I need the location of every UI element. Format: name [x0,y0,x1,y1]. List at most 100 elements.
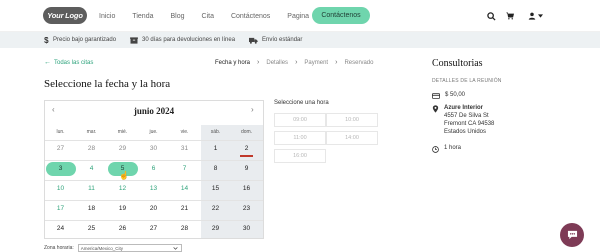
calendar-day[interactable]: 9 [231,165,262,172]
calendar-day[interactable]: 10 [45,185,76,192]
price-value: $ 50,00 [445,92,466,98]
time-slot[interactable]: 10:00 [326,113,378,127]
calendar-day[interactable]: 19 [107,205,138,212]
chevron-right-icon: › [257,59,260,66]
next-month-button[interactable]: › [251,105,254,114]
calendar-day[interactable]: 3 [45,165,76,172]
calendar-day[interactable]: 16 [231,185,262,192]
address-line: Estados Unidos [444,129,487,135]
calendar-day[interactable]: 28 [169,225,200,232]
weekday-header: vie. [180,129,189,135]
timezone-row: Zona horaria: America/Mexico_City [44,244,182,252]
timezone-value: America/Mexico_City [80,245,124,251]
cart-icon [506,12,514,20]
calendar-day[interactable]: 7 [169,165,200,172]
chevron-right-icon: › [295,59,298,66]
benefit-shipping-text: Envío estándar [262,37,303,43]
time-slot[interactable]: 09:00 [274,113,326,127]
site-logo[interactable]: Your Logo [43,7,87,24]
calendar-day[interactable]: 1 [200,145,231,152]
benefit-returns: 30 días para devoluciones en línea [130,32,235,48]
nav-item-pagina[interactable]: Pagina [287,13,309,20]
date-picker-calendar: ‹ junio 2024 › lun. mar. mié. jue. vie. sáb. d… [44,100,264,239]
weekend-column-shade [201,125,263,238]
calendar-day[interactable]: 12 [107,185,138,192]
calendar-day[interactable]: 28 [76,145,107,152]
weekday-header: dom. [240,129,253,135]
calendar-day[interactable]: 18 [76,205,107,212]
today-marker [240,155,253,157]
calendar-day[interactable]: 21 [169,205,200,212]
location-row: Azure Interior 4557 De Silva St Fremont … [432,104,494,136]
time-slot[interactable]: 16:00 [274,149,326,163]
calendar-day[interactable]: 30 [138,145,169,152]
calendar-day[interactable]: 26 [107,225,138,232]
user-icon [528,12,535,20]
all-appointments-link[interactable]: ← Todas las citas [44,59,93,66]
calendar-day[interactable]: 22 [200,205,231,212]
credit-card-icon [432,92,440,99]
booking-steps: Fecha y hora › Detalles › Payment › Rese… [215,59,373,66]
step-details: Detalles [266,59,289,66]
calendar-day[interactable]: 24 [45,225,76,232]
clock-icon [432,145,439,153]
location-name: Azure Interior [444,105,484,111]
pointer-cursor-icon: ☝ [119,171,129,180]
calendar-day[interactable]: 2 [231,145,262,152]
dollar-icon: $ [44,36,49,44]
calendar-day[interactable]: 29 [107,145,138,152]
calendar-day[interactable]: 15 [200,185,231,192]
calendar-day[interactable]: 25 [76,225,107,232]
nav-item-tienda[interactable]: Tienda [132,13,153,20]
price-row: $ 50,00 [432,92,465,99]
site-header: Your Logo Inicio Tienda Blog Cita Contác… [0,0,600,32]
truck-icon [249,37,258,44]
duration-row: 1 hora [432,145,461,153]
calendar-day[interactable]: 8 [200,165,231,172]
address-line: Fremont CA 94538 [444,121,495,127]
cart-button[interactable] [501,7,519,25]
nav-item-blog[interactable]: Blog [171,13,185,20]
calendar-row-divider [45,160,263,161]
contact-cta-button[interactable]: Contáctenos [312,7,370,24]
calendar-day[interactable]: 4 [76,165,107,172]
chat-bubble-icon [567,230,577,240]
nav-item-inicio[interactable]: Inicio [99,13,115,20]
benefit-price-text: Precio bajo garantizado [53,37,117,43]
time-slot[interactable]: 11:00 [274,131,326,145]
benefit-price: $ Precio bajo garantizado [44,32,116,48]
svg-text:$: $ [44,36,49,44]
service-title: Consultorias [432,58,483,69]
account-menu-button[interactable] [522,7,548,25]
calendar-day[interactable]: 27 [45,145,76,152]
search-button[interactable] [482,7,500,25]
calendar-month-title: junio 2024 [133,106,175,116]
calendar-day[interactable]: 20 [138,205,169,212]
calendar-row-divider [45,140,263,141]
chevron-right-icon: › [335,59,338,66]
time-slot[interactable]: 14:00 [326,131,378,145]
calendar-day[interactable]: 27 [138,225,169,232]
search-icon [486,11,496,21]
nav-item-cita[interactable]: Cita [202,13,214,20]
calendar-day[interactable]: 23 [231,205,262,212]
location-details: Azure Interior 4557 De Silva St Fremont … [444,104,494,136]
step-payment: Payment [304,59,329,66]
map-pin-icon [432,104,439,113]
chat-button[interactable] [560,223,584,247]
calendar-day[interactable]: 11 [76,185,107,192]
calendar-day[interactable]: 30 [231,225,262,232]
calendar-day[interactable]: 14 [169,185,200,192]
calendar-day[interactable]: 6 [138,165,169,172]
calendar-day[interactable]: 17 [45,205,76,212]
benefits-bar: $ Precio bajo garantizado 30 días para d… [0,32,600,48]
calendar-day[interactable]: 13 [138,185,169,192]
benefit-returns-text: 30 días para devoluciones en línea [142,37,236,43]
chevron-down-icon [173,246,178,250]
timezone-select[interactable]: America/Mexico_City [77,244,182,252]
calendar-day[interactable]: 29 [200,225,231,232]
box-icon [130,36,138,44]
step-date-time: Fecha y hora [215,59,251,66]
nav-item-contactenos[interactable]: Contáctenos [231,13,270,20]
calendar-day[interactable]: 31 [169,145,200,152]
